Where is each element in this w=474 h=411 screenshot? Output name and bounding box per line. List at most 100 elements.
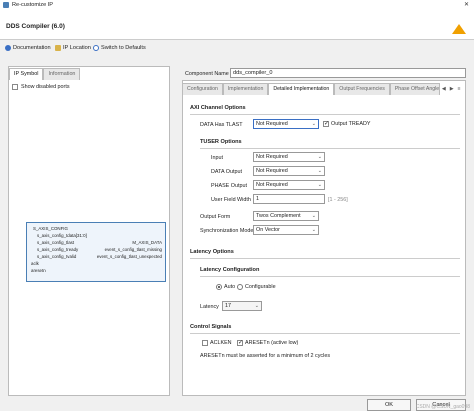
sync-mode-value: On Vector [256, 227, 280, 233]
divider [190, 333, 460, 334]
user-field-width-input[interactable]: 1 [253, 194, 325, 204]
chevron-down-icon: ⌄ [317, 154, 322, 160]
component-name-label: Component Name [185, 71, 229, 77]
port-m-axis-data: M_AXIS_DATA [132, 240, 162, 245]
output-form-label: Output Form [200, 214, 231, 220]
latency-configurable-option[interactable]: Configurable [237, 284, 276, 290]
divider [190, 114, 460, 115]
output-form-value: Twos Complement [256, 213, 301, 219]
output-tready-label: Output TREADY [331, 121, 371, 127]
aclken-checkbox[interactable] [202, 340, 208, 346]
aresetn-row[interactable]: ARESETn (active low) [237, 339, 299, 346]
data-output-value: Not Required [256, 168, 288, 174]
tab-output-frequencies[interactable]: Output Frequencies [334, 83, 390, 95]
divider [190, 258, 460, 259]
left-tabs: IP Symbol Information [9, 68, 81, 80]
ok-button[interactable]: OK [367, 399, 411, 411]
input-select[interactable]: Not Required ⌄ [253, 152, 325, 162]
data-output-label: DATA Output [211, 169, 242, 175]
show-disabled-ports-checkbox[interactable] [12, 84, 18, 90]
data-output-select[interactable]: Not Required ⌄ [253, 166, 325, 176]
sync-mode-label: Synchronization Mode [200, 228, 254, 234]
tab-scroll-right-icon[interactable]: ▶ [448, 83, 456, 95]
xilinx-logo-icon [452, 24, 466, 34]
aresetn-note: ARESETn must be asserted for a minimum o… [200, 353, 331, 359]
latency-configurable-radio[interactable] [237, 284, 243, 290]
ip-location-button[interactable]: IP Location [55, 45, 91, 51]
data-has-tlast-select[interactable]: Not Required ⌄ [253, 119, 319, 129]
port-event-tlast-missing: event_s_config_tlast_missing [104, 247, 162, 252]
show-disabled-ports-row[interactable]: Show disabled ports [12, 84, 70, 90]
divider [200, 276, 460, 277]
tab-configuration[interactable]: Configuration [182, 83, 223, 95]
documentation-label: Documentation [13, 45, 51, 51]
toolbar: Documentation IP Location Switch to Defa… [0, 41, 474, 55]
phase-output-label: PHASE Output [211, 183, 247, 189]
port-tlast: s_axis_config_tlast [37, 240, 75, 245]
user-field-width-range: [1 - 256] [328, 197, 348, 203]
info-icon [5, 45, 11, 51]
ip-location-label: IP Location [63, 45, 91, 51]
refresh-icon [93, 45, 99, 51]
aresetn-label: ARESETn (active low) [245, 340, 299, 346]
latency-value: 17 [225, 303, 231, 309]
aclken-row[interactable]: ACLKEN [202, 340, 232, 346]
output-tready-row[interactable]: Output TREADY [323, 120, 371, 127]
switch-defaults-label: Switch to Defaults [101, 45, 146, 51]
output-tready-checkbox[interactable] [323, 120, 329, 127]
title-bar: Re-customize IP ✕ [0, 0, 474, 10]
user-field-width-label: User Field Width [211, 197, 251, 203]
input-value: Not Required [256, 154, 288, 160]
control-signals-title: Control Signals [190, 324, 232, 330]
ip-symbol-block: S_AXIS_CONFIG s_axis_config_tdata[31:0] … [26, 222, 166, 282]
tab-information[interactable]: Information [43, 68, 81, 80]
dialog-header: DDS Compiler (6.0) [0, 10, 474, 40]
tab-scroll-left-icon[interactable]: ◀ [440, 83, 448, 95]
chevron-down-icon: ⌄ [317, 168, 322, 174]
tab-detailed-implementation[interactable]: Detailed Implementation [268, 83, 335, 95]
port-aresetn: aresetn [31, 268, 46, 273]
tab-phase-offset[interactable]: Phase Offset Angle [389, 83, 440, 95]
chevron-down-icon: ⌄ [254, 303, 259, 309]
component-name-input[interactable]: dds_compiler_0 [230, 68, 466, 78]
latency-options-title: Latency Options [190, 249, 234, 255]
app-icon [3, 2, 9, 8]
window-title: Re-customize IP [12, 2, 54, 8]
chevron-down-icon: ⌄ [311, 121, 316, 127]
watermark: CSDN @CSDN_gao098 [415, 404, 470, 410]
phase-output-value: Not Required [256, 182, 288, 188]
switch-defaults-button[interactable]: Switch to Defaults [93, 45, 146, 51]
latency-auto-radio[interactable] [216, 284, 222, 290]
port-tvalid: s_axis_config_tvalid [37, 254, 77, 259]
tab-menu-icon[interactable]: ≡ [456, 83, 463, 95]
symbol-right-ports: M_AXIS_DATA event_s_config_tlast_missing… [97, 240, 162, 261]
aclken-label: ACLKEN [210, 340, 232, 346]
input-label: Input [211, 155, 223, 161]
aresetn-checkbox[interactable] [237, 339, 243, 346]
phase-output-select[interactable]: Not Required ⌄ [253, 180, 325, 190]
tab-ip-symbol[interactable]: IP Symbol [9, 68, 44, 80]
dialog-title: DDS Compiler (6.0) [6, 23, 65, 30]
sync-mode-select[interactable]: On Vector ⌄ [253, 225, 319, 235]
close-icon[interactable]: ✕ [464, 1, 469, 8]
divider [200, 148, 460, 149]
chevron-down-icon: ⌄ [311, 213, 316, 219]
data-has-tlast-label: DATA Has TLAST [200, 122, 243, 128]
latency-label: Latency [200, 304, 219, 310]
tuser-options-title: TUSER Options [200, 139, 242, 145]
chevron-down-icon: ⌄ [311, 227, 316, 233]
port-tready: s_axis_config_tready [37, 247, 79, 252]
chevron-down-icon: ⌄ [317, 182, 322, 188]
axi-channel-options-title: AXI Channel Options [190, 105, 246, 111]
documentation-button[interactable]: Documentation [5, 45, 51, 51]
port-tdata: s_axis_config_tdata[31:0] [37, 233, 87, 238]
latency-select[interactable]: 17 ⌄ [222, 301, 262, 311]
tab-implementation[interactable]: Implementation [222, 83, 269, 95]
symbol-left-ports: S_AXIS_CONFIG s_axis_config_tdata[31:0] … [29, 226, 87, 275]
latency-configuration-title: Latency Configuration [200, 267, 260, 273]
folder-icon [55, 45, 61, 51]
latency-configurable-label: Configurable [245, 284, 276, 290]
show-disabled-ports-label: Show disabled ports [21, 84, 70, 90]
output-form-select[interactable]: Twos Complement ⌄ [253, 211, 319, 221]
latency-auto-option[interactable]: Auto [216, 284, 235, 290]
